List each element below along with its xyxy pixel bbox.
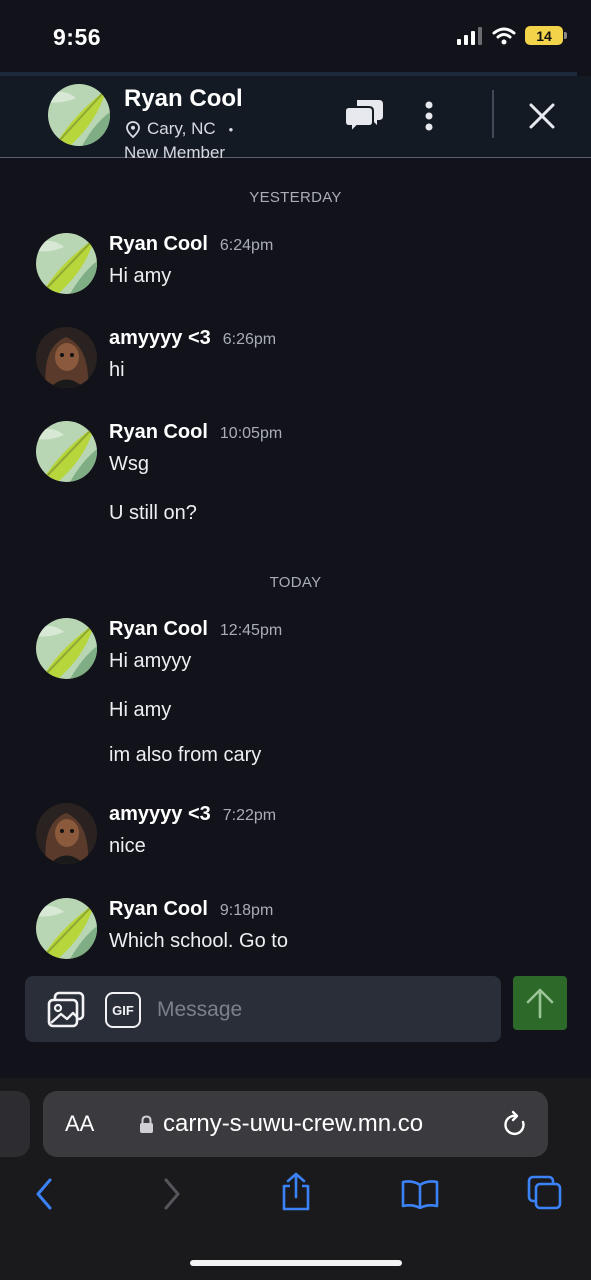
avatar[interactable] (36, 618, 97, 679)
book-icon (401, 1180, 439, 1209)
battery-icon: 14 (525, 26, 567, 45)
contact-location: Cary, NC • (126, 119, 233, 139)
leaf-avatar-image (36, 421, 97, 482)
lock-icon (140, 1115, 153, 1133)
message-text: hi (109, 359, 125, 381)
gif-button[interactable]: GIF (103, 991, 143, 1029)
gif-label: GIF (112, 1002, 134, 1018)
home-indicator (190, 1260, 402, 1266)
message-sender: amyyyy <3 6:26pm (109, 327, 276, 350)
message-group: Ryan Cool 10:05pm Wsg U still on? (36, 421, 576, 531)
url-text[interactable]: carny-s-uwu-crew.mn.co (163, 1110, 423, 1138)
message-group: Ryan Cool 12:45pm Hi amyyy Hi amy im als… (36, 618, 576, 768)
message-list[interactable]: YESTERDAY Ryan Cool 6:24pm Hi amy amyyyy… (0, 158, 591, 968)
message-group: Ryan Cool 9:18pm Which school. Go to (36, 898, 576, 968)
message-sender: amyyyy <3 7:22pm (109, 803, 276, 826)
message-group: Ryan Cool 6:24pm Hi amy (36, 233, 576, 303)
previous-tab-preview[interactable] (0, 1091, 30, 1157)
character-avatar-image (36, 803, 97, 864)
location-text: Cary, NC (147, 119, 216, 138)
more-options-button[interactable] (418, 96, 440, 136)
forward-button[interactable] (158, 1174, 186, 1214)
day-separator-today: TODAY (269, 574, 322, 591)
share-icon (282, 1172, 310, 1211)
reload-icon (504, 1110, 525, 1136)
tabs-icon (527, 1175, 562, 1210)
avatar[interactable] (36, 421, 97, 482)
message-time: 7:22pm (222, 807, 277, 824)
message-sender: Ryan Cool 9:18pm (109, 898, 273, 921)
message-time: 6:26pm (222, 331, 277, 348)
message-composer: GIF Message (25, 976, 501, 1042)
sender-name[interactable]: Ryan Cool (109, 233, 208, 256)
tabs-button[interactable] (526, 1174, 564, 1212)
bookmarks-button[interactable] (400, 1176, 440, 1212)
avatar[interactable] (48, 84, 110, 146)
address-bar[interactable]: AA carny-s-uwu-crew.mn.co (43, 1091, 548, 1157)
wifi-icon (492, 27, 516, 44)
message-text: U still on? (109, 502, 197, 524)
message-text: Hi amyyy (109, 650, 192, 672)
chevron-left-icon (36, 1178, 52, 1210)
share-button[interactable] (278, 1170, 314, 1214)
close-icon (529, 103, 555, 129)
message-text: nice (109, 835, 146, 857)
attach-image-button[interactable] (47, 991, 85, 1029)
message-group: amyyyy <3 7:22pm nice (36, 803, 576, 873)
close-button[interactable] (524, 98, 560, 134)
leaf-avatar-image (48, 84, 110, 146)
sender-name[interactable]: amyyyy <3 (109, 803, 211, 826)
status-icons: 14 (457, 26, 567, 45)
avatar[interactable] (36, 233, 97, 294)
status-bar: 9:56 14 (0, 0, 591, 72)
image-gallery-icon (47, 991, 85, 1028)
leaf-avatar-image (36, 898, 97, 959)
reload-button[interactable] (502, 1110, 528, 1143)
message-sender: Ryan Cool 12:45pm (109, 618, 282, 641)
more-vertical-icon (425, 101, 433, 131)
leaf-avatar-image (36, 618, 97, 679)
message-text: Which school. Go to (109, 930, 288, 952)
message-text: Wsg (109, 453, 149, 475)
message-time: 9:18pm (219, 902, 274, 919)
character-avatar-image (36, 327, 97, 388)
header-divider (492, 90, 494, 138)
avatar[interactable] (36, 327, 97, 388)
message-time: 10:05pm (219, 425, 283, 442)
avatar[interactable] (36, 803, 97, 864)
contact-name[interactable]: Ryan Cool (124, 85, 243, 113)
chevron-right-icon (164, 1178, 180, 1210)
message-input[interactable]: Message (157, 998, 242, 1022)
browser-toolbar: AA carny-s-uwu-crew.mn.co (0, 1078, 591, 1280)
avatar[interactable] (36, 898, 97, 959)
reader-options-button[interactable]: AA (65, 1111, 94, 1137)
message-text: Hi amy (109, 699, 172, 721)
gif-icon: GIF (105, 992, 141, 1028)
sender-name[interactable]: Ryan Cool (109, 898, 208, 921)
message-text: im also from cary (109, 744, 262, 766)
sender-name[interactable]: amyyyy <3 (109, 327, 211, 350)
message-sender: Ryan Cool 10:05pm (109, 421, 282, 444)
sender-name[interactable]: Ryan Cool (109, 618, 208, 641)
chat-bubbles-icon (345, 100, 383, 134)
message-time: 12:45pm (219, 622, 283, 639)
message-text: Hi amy (109, 265, 172, 287)
arrow-up-icon (526, 988, 554, 1019)
message-group: amyyyy <3 6:26pm hi (36, 327, 576, 397)
separator-dot: • (228, 121, 234, 137)
message-time: 6:24pm (219, 237, 274, 254)
back-button[interactable] (30, 1174, 58, 1214)
send-button[interactable] (513, 976, 567, 1030)
location-pin-icon (126, 120, 140, 138)
chat-header: Ryan Cool Cary, NC • New Member (0, 76, 591, 162)
sender-name[interactable]: Ryan Cool (109, 421, 208, 444)
cellular-signal-icon (457, 26, 482, 45)
browser-nav (0, 1172, 591, 1218)
leaf-avatar-image (36, 233, 97, 294)
message-sender: Ryan Cool 6:24pm (109, 233, 273, 256)
status-time: 9:56 (53, 24, 102, 50)
day-separator-yesterday: YESTERDAY (249, 189, 342, 206)
conversations-button[interactable] (344, 94, 386, 136)
